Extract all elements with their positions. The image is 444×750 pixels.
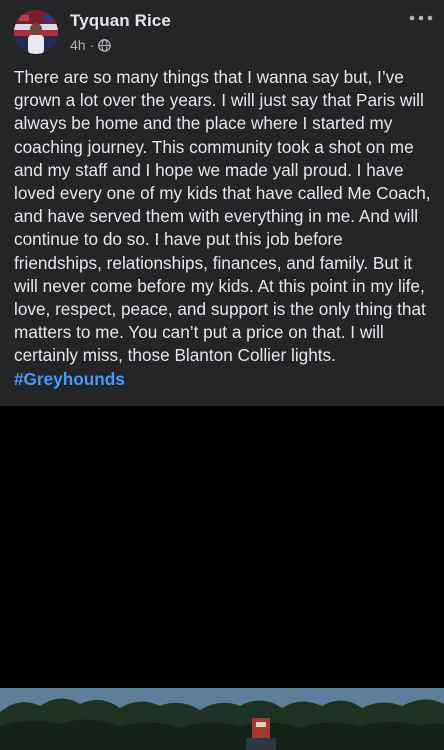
hashtag-link[interactable]: #Greyhounds (14, 369, 125, 389)
post-header: Tyquan Rice 4h · (0, 0, 444, 62)
more-options-button[interactable] (408, 8, 434, 28)
post-media[interactable] (0, 406, 444, 750)
meta-separator: · (89, 37, 95, 53)
post-body: There are so many things that I wanna sa… (14, 66, 434, 391)
post-body-text: There are so many things that I wanna sa… (14, 67, 431, 366)
author-name[interactable]: Tyquan Rice (70, 11, 171, 31)
post-meta: 4h · (70, 36, 112, 54)
more-horizontal-icon (409, 15, 433, 21)
globe-icon[interactable] (98, 38, 112, 52)
media-preview-image (0, 682, 444, 750)
author-avatar[interactable] (14, 10, 58, 54)
post-timestamp[interactable]: 4h (70, 37, 86, 53)
facebook-post: Tyquan Rice 4h · There are so many thing… (0, 0, 444, 750)
